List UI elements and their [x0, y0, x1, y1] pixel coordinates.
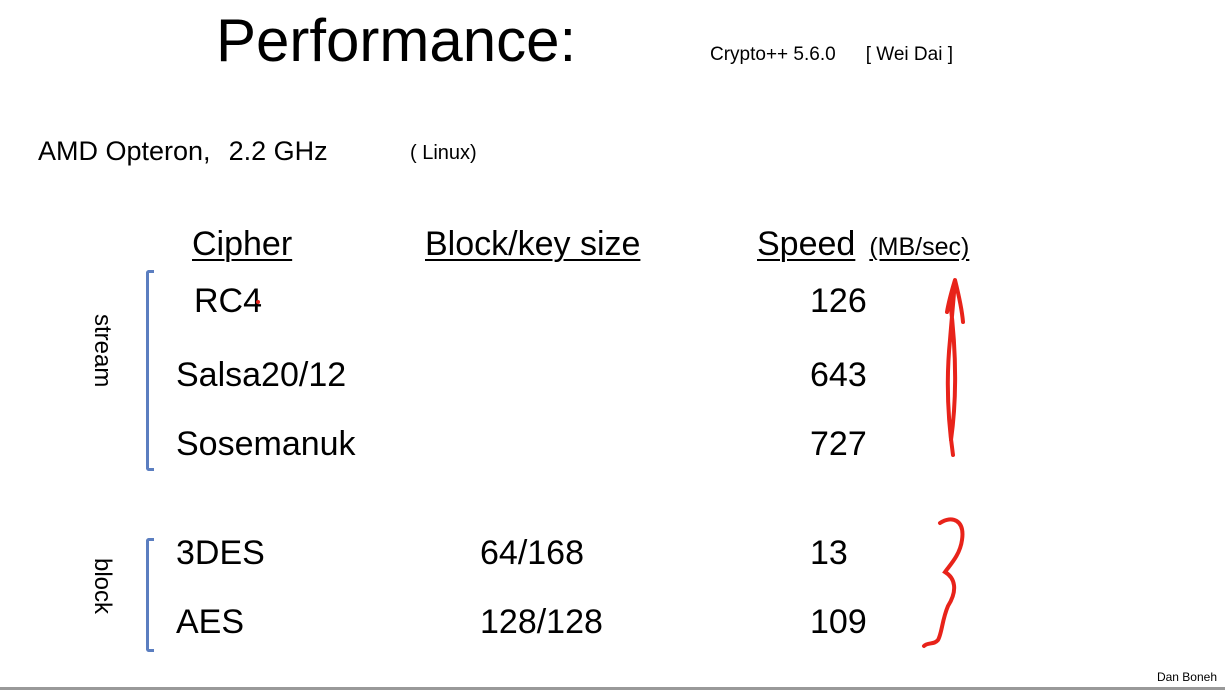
footer-author: Dan Boneh — [1156, 670, 1217, 684]
handwritten-annotations — [256, 278, 965, 648]
pen-dot-mark — [256, 300, 260, 304]
block-speed-brace-annotation — [922, 517, 965, 648]
stream-speed-arrow-annotation — [945, 278, 965, 457]
